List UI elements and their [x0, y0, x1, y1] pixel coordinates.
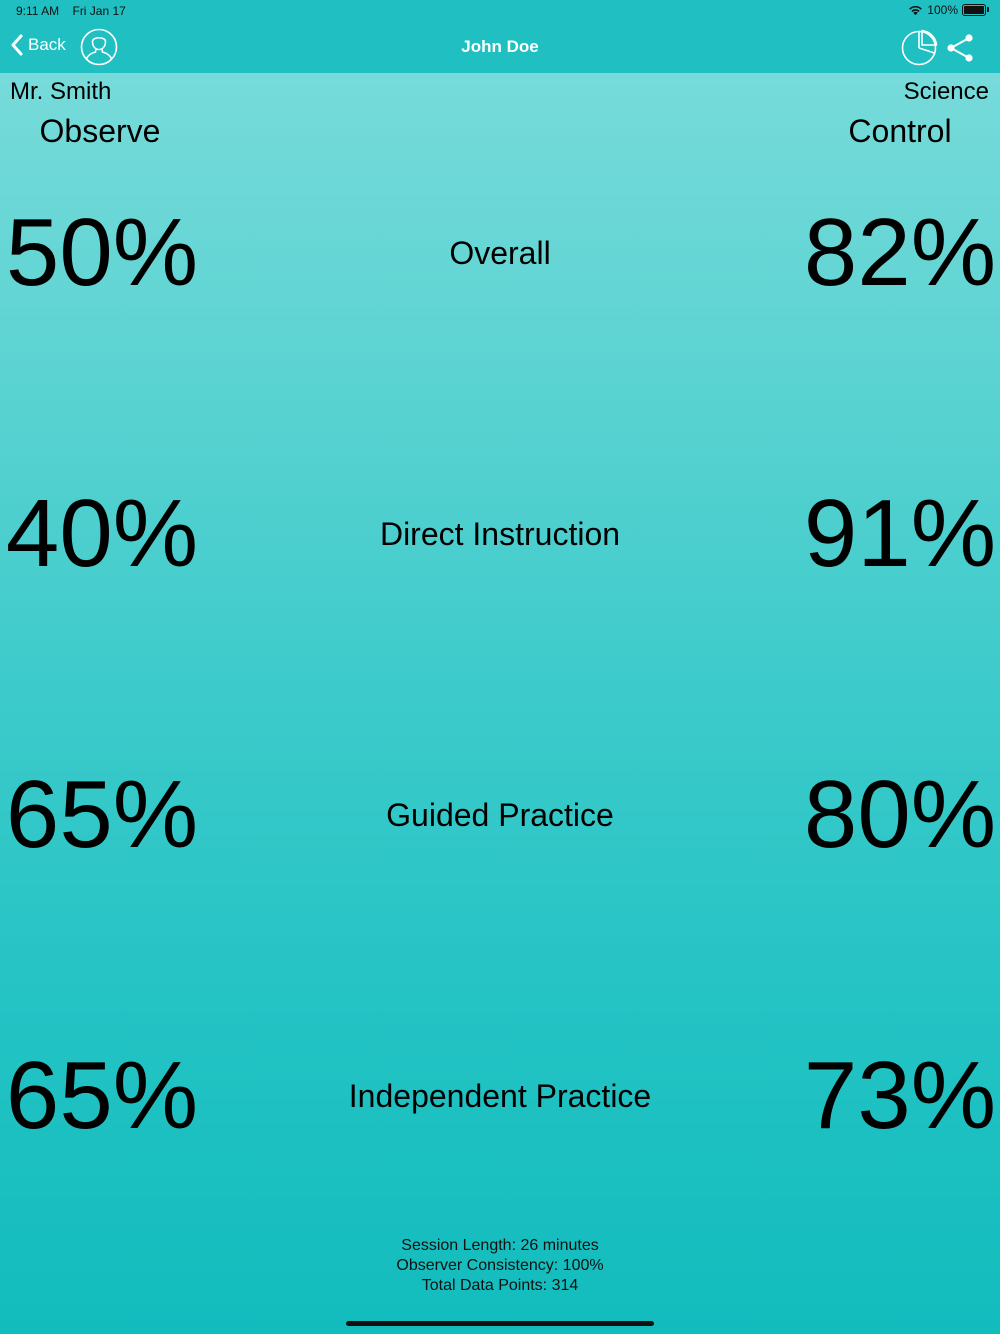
battery-percentage: 100% — [927, 3, 958, 17]
observer-consistency: Observer Consistency: 100% — [396, 1257, 604, 1274]
share-icon[interactable] — [944, 33, 976, 63]
back-button[interactable]: Back — [10, 34, 66, 56]
home-indicator[interactable] — [346, 1321, 654, 1326]
pie-chart-icon[interactable] — [901, 29, 938, 66]
observe-percentage: 65% — [5, 1042, 199, 1149]
control-percentage: 91% — [803, 480, 997, 587]
control-percentage: 82% — [803, 199, 997, 306]
total-data-points: Total Data Points: 314 — [421, 1277, 579, 1294]
session-summary: Session Length: 26 minutes Observer Cons… — [300, 1236, 700, 1296]
control-percentage: 80% — [803, 761, 997, 868]
status-bar-right: 100% — [908, 3, 989, 17]
status-bar-left: 9:11 AM Fri Jan 17 — [16, 4, 136, 18]
observe-column-heading: Observe — [39, 113, 161, 149]
metric-row-direct-instruction: 40% Direct Instruction 91% — [0, 479, 1000, 589]
subject-name: Science — [903, 78, 989, 105]
control-percentage: 73% — [803, 1042, 997, 1149]
metric-row-overall: 50% Overall 82% — [0, 198, 1000, 308]
metric-label: Overall — [449, 235, 551, 271]
back-label: Back — [28, 35, 66, 54]
metric-label: Direct Instruction — [379, 516, 621, 552]
page-title: John Doe — [461, 37, 539, 56]
observe-percentage: 50% — [5, 199, 199, 306]
wifi-icon — [909, 5, 923, 16]
metric-row-independent-practice: 65% Independent Practice 73% — [0, 1041, 1000, 1151]
person-icon[interactable] — [80, 28, 118, 66]
observe-percentage: 65% — [5, 761, 199, 868]
teacher-name: Mr. Smith — [10, 78, 112, 105]
metric-label: Guided Practice — [386, 797, 614, 833]
navigation-bar: 9:11 AM Fri Jan 17 100% Back John Doe — [0, 0, 1000, 73]
battery-icon — [962, 4, 989, 16]
status-date: Fri Jan 17 — [72, 4, 126, 18]
metric-row-guided-practice: 65% Guided Practice 80% — [0, 760, 1000, 870]
observe-percentage: 40% — [5, 480, 199, 587]
metric-label: Independent Practice — [348, 1078, 652, 1114]
status-time: 9:11 AM — [16, 4, 60, 18]
session-length: Session Length: 26 minutes — [401, 1237, 599, 1254]
chevron-left-icon — [11, 34, 23, 56]
control-column-heading: Control — [848, 113, 952, 149]
